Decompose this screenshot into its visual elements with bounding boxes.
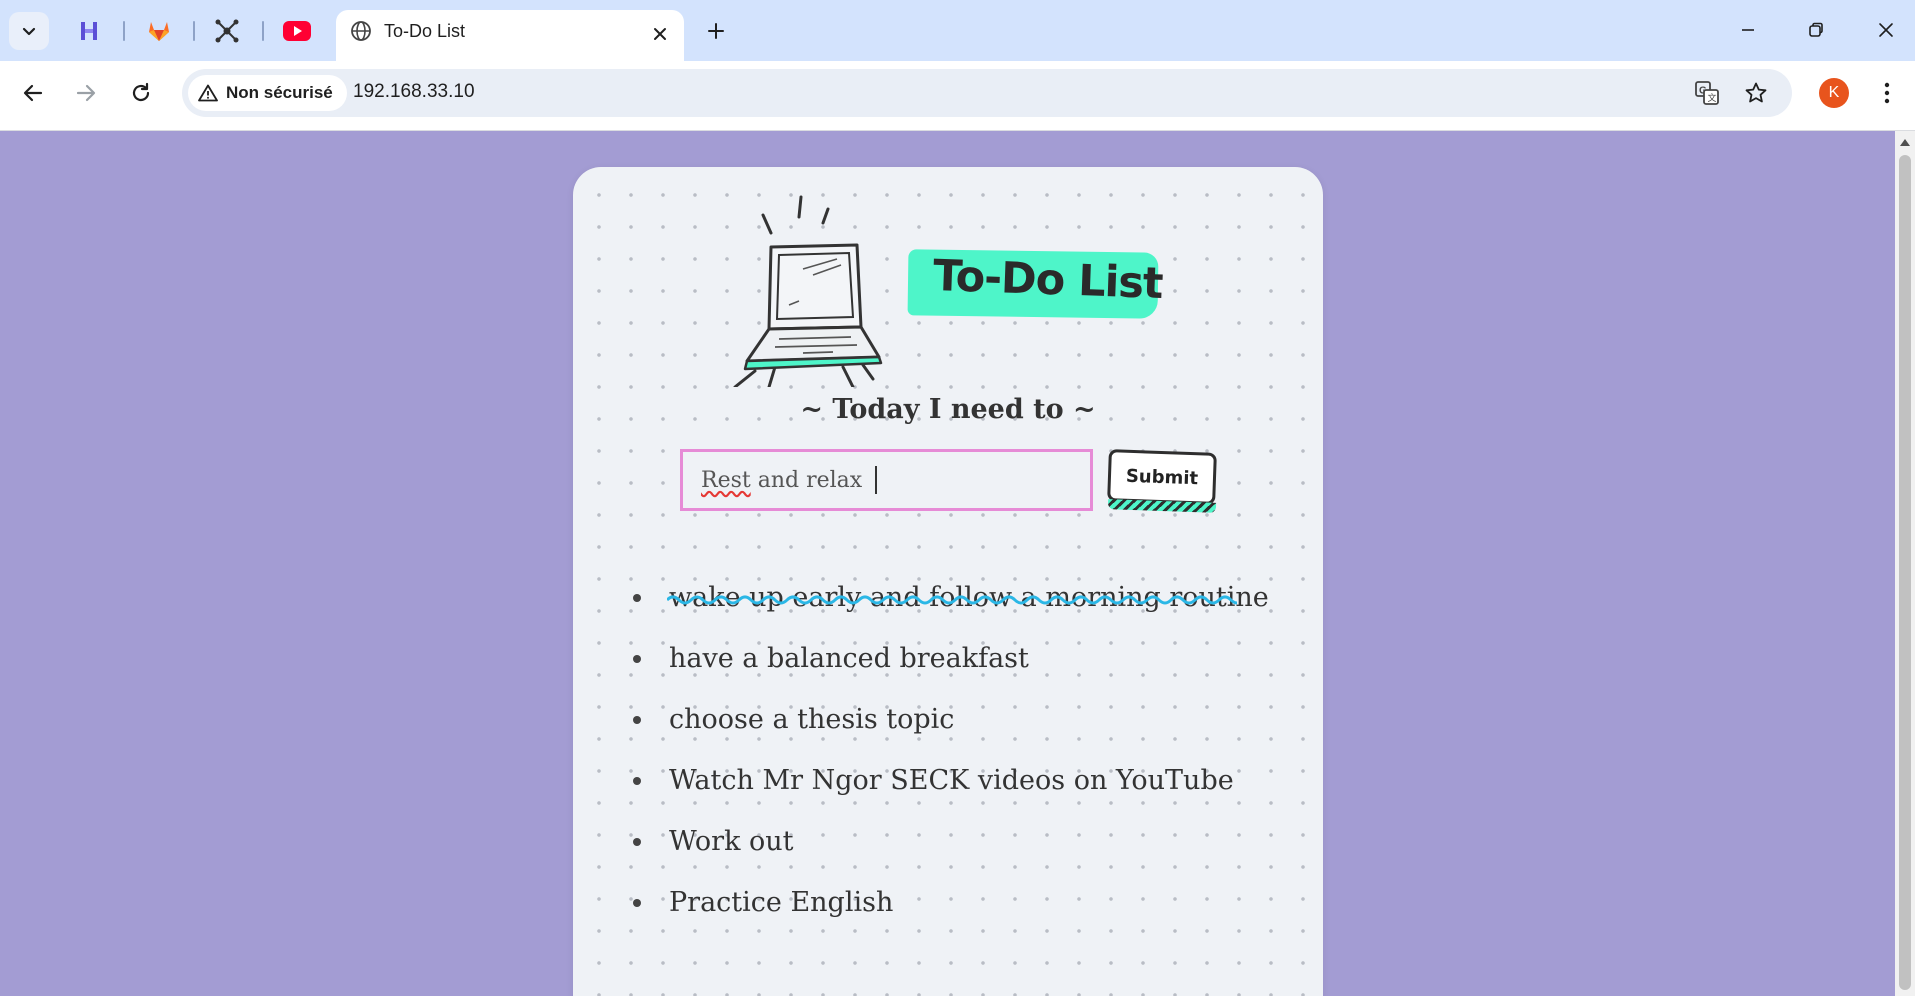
hotel-icon <box>81 22 97 40</box>
security-label: Non sécurisé <box>226 83 333 102</box>
close-icon <box>654 28 666 40</box>
tab-strip: To-Do List <box>0 0 1915 61</box>
page-viewport: To-Do List ~ Today I need to ~ Rest and … <box>0 131 1915 996</box>
todo-item[interactable]: have a balanced breakfast <box>633 628 1289 689</box>
pinned-tab-youtube[interactable] <box>280 14 314 48</box>
tab-separator <box>123 21 125 41</box>
submit-button[interactable]: Submit <box>1107 449 1217 505</box>
translate-icon: G 文 <box>1695 81 1719 105</box>
strikethrough-wave <box>667 595 1237 605</box>
tab-separator <box>193 21 195 41</box>
tab-title: To-Do List <box>384 21 466 41</box>
todo-card: To-Do List ~ Today I need to ~ Rest and … <box>573 167 1323 996</box>
todo-input[interactable]: Rest and relax <box>680 449 1093 511</box>
minimize-button[interactable] <box>1724 10 1772 50</box>
todo-list: wake up early and follow a morning routi… <box>633 567 1289 933</box>
tab-close-button[interactable] <box>646 20 674 48</box>
todo-item-text: have a balanced breakfast <box>669 643 1029 674</box>
bullet <box>633 777 641 785</box>
forward-button[interactable] <box>66 73 106 113</box>
svg-text:文: 文 <box>1708 92 1717 104</box>
bullet <box>633 899 641 907</box>
close-window-button[interactable] <box>1862 10 1910 50</box>
star-icon <box>1745 82 1767 103</box>
bullet <box>633 594 641 602</box>
url-text[interactable]: 192.168.33.10 <box>353 81 475 103</box>
todo-item-text: Watch Mr Ngor SECK videos on YouTube <box>669 765 1234 796</box>
pinned-tab-network[interactable] <box>210 14 244 48</box>
todo-item[interactable]: Work out <box>633 811 1289 872</box>
scroll-up-arrow-icon[interactable] <box>1900 139 1910 146</box>
bullet <box>633 655 641 663</box>
pinned-tab-gitlab[interactable] <box>142 14 176 48</box>
input-value: Rest and relax <box>701 468 869 493</box>
laptop-icon <box>733 195 883 387</box>
todo-item-text: Work out <box>669 826 794 857</box>
input-value-rest: and relax <box>750 467 870 493</box>
todo-item-done[interactable]: wake up early and follow a morning routi… <box>633 567 1289 628</box>
back-button[interactable] <box>13 73 53 113</box>
browser-toolbar: Non sécurisé 192.168.33.10 G 文 K <box>0 61 1915 131</box>
new-tab-button[interactable] <box>699 14 733 48</box>
address-bar[interactable]: Non sécurisé 192.168.33.10 G 文 <box>182 69 1792 117</box>
restore-icon <box>1809 22 1823 37</box>
globe-icon <box>351 21 371 41</box>
tab-active[interactable]: To-Do List <box>336 10 684 61</box>
bullet <box>633 838 641 846</box>
gitlab-icon <box>149 22 169 41</box>
minimize-icon <box>1742 29 1754 31</box>
arrow-right-icon <box>76 84 96 102</box>
tab-separator <box>262 21 264 41</box>
todo-item-text: choose a thesis topic <box>669 704 955 735</box>
bullet <box>633 716 641 724</box>
arrow-left-icon <box>23 84 43 102</box>
kebab-menu-icon <box>1884 82 1890 104</box>
page-title: To-Do List <box>932 251 1164 309</box>
todo-item[interactable]: Practice English <box>633 872 1289 933</box>
reload-icon <box>132 82 150 102</box>
browser-menu-button[interactable] <box>1871 73 1903 113</box>
scrollbar-thumb[interactable] <box>1899 155 1911 990</box>
close-icon <box>1879 23 1893 37</box>
reload-button[interactable] <box>121 73 161 113</box>
youtube-icon <box>283 21 311 41</box>
todo-item-text: Practice English <box>669 887 894 918</box>
bookmark-button[interactable] <box>1740 77 1772 109</box>
warning-icon <box>198 84 218 102</box>
tab-search-button[interactable] <box>9 12 49 50</box>
pinned-tab-hotel[interactable] <box>72 14 106 48</box>
text-caret <box>875 466 878 494</box>
todo-item[interactable]: choose a thesis topic <box>633 689 1289 750</box>
translate-button[interactable]: G 文 <box>1691 77 1723 109</box>
plus-icon <box>708 23 724 39</box>
network-icon <box>215 19 239 43</box>
todo-item[interactable]: Watch Mr Ngor SECK videos on YouTube <box>633 750 1289 811</box>
profile-avatar[interactable]: K <box>1819 78 1849 108</box>
misspelled-word: Rest <box>701 467 751 493</box>
chevron-down-icon <box>22 27 36 36</box>
subtitle: ~ Today I need to ~ <box>800 394 1096 425</box>
restore-button[interactable] <box>1792 10 1840 50</box>
page-scrollbar[interactable] <box>1895 131 1915 996</box>
security-chip[interactable]: Non sécurisé <box>188 75 347 111</box>
